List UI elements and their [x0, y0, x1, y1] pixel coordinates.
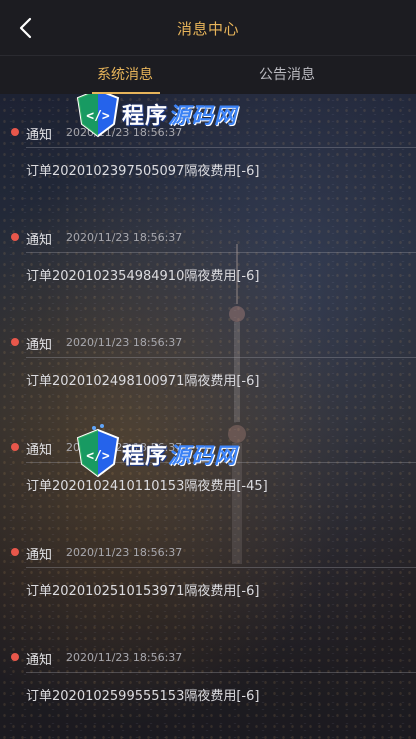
unread-dot	[11, 548, 19, 556]
top-bar: 消息中心	[0, 0, 416, 56]
message-body: 订单2020102410110153隔夜费用[-45]	[26, 479, 268, 494]
tab-announcements[interactable]: 公告消息	[259, 64, 315, 84]
message-time: 2020/11/23 18:56:37	[66, 546, 183, 559]
tab-system-messages[interactable]: 系统消息	[97, 64, 153, 84]
message-body: 订单2020102498100971隔夜费用[-6]	[26, 374, 260, 389]
divider	[26, 567, 416, 568]
message-type: 通知	[26, 443, 53, 458]
divider	[26, 672, 416, 673]
list-item[interactable]: 通知 2020/11/23 18:56:37 订单202010239750509…	[0, 94, 416, 194]
message-type: 通知	[26, 548, 53, 563]
message-time: 2020/11/23 18:56:37	[66, 441, 183, 454]
list-item[interactable]: 通知 2020/11/23 18:56:37 订单202010235498491…	[0, 199, 416, 299]
message-type: 通知	[26, 338, 53, 353]
unread-dot	[11, 653, 19, 661]
message-body: 订单2020102397505097隔夜费用[-6]	[26, 164, 260, 179]
message-list[interactable]: 通知 2020/11/23 18:56:37 订单202010239750509…	[0, 94, 416, 739]
list-item[interactable]: 通知 2020/11/23 18:56:37 订单202010241011015…	[0, 409, 416, 509]
list-item[interactable]: 通知 2020/11/23 18:56:37 订单202010259955515…	[0, 619, 416, 719]
unread-dot	[11, 443, 19, 451]
message-body: 订单2020102510153971隔夜费用[-6]	[26, 584, 260, 599]
message-type: 通知	[26, 653, 53, 668]
list-item[interactable]: 通知 2020/11/23 18:56:37 订单202010251015397…	[0, 514, 416, 614]
message-time: 2020/11/23 18:56:37	[66, 651, 183, 664]
message-body: 订单2020102354984910隔夜费用[-6]	[26, 269, 260, 284]
divider	[26, 252, 416, 253]
tab-bar: 系统消息 公告消息	[0, 56, 416, 94]
message-type: 通知	[26, 128, 53, 143]
message-body: 订单2020102599555153隔夜费用[-6]	[26, 689, 260, 704]
divider	[26, 357, 416, 358]
message-time: 2020/11/23 18:56:37	[66, 336, 183, 349]
unread-dot	[11, 128, 19, 136]
page-title: 消息中心	[176, 20, 239, 38]
list-item[interactable]: 通知 2020/11/23 18:56:37 订单202010249810097…	[0, 304, 416, 404]
divider	[26, 462, 416, 463]
divider	[26, 147, 416, 148]
message-time: 2020/11/23 18:56:37	[66, 126, 183, 139]
unread-dot	[11, 233, 19, 241]
message-time: 2020/11/23 18:56:37	[66, 231, 183, 244]
message-type: 通知	[26, 233, 53, 248]
unread-dot	[11, 338, 19, 346]
